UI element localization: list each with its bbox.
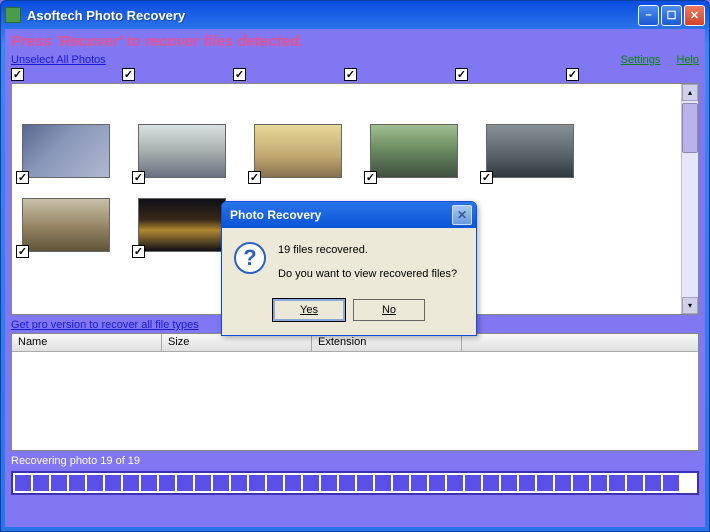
photo-checkbox[interactable]: ✓ xyxy=(132,245,145,258)
photo-item[interactable]: ✓ xyxy=(138,124,226,178)
no-button[interactable]: No xyxy=(353,299,425,321)
scroll-up-button[interactable]: ▴ xyxy=(682,84,698,101)
photo-checkbox[interactable]: ✓ xyxy=(364,171,377,184)
minimize-button[interactable]: – xyxy=(638,5,659,26)
get-pro-link[interactable]: Get pro version to recover all file type… xyxy=(11,319,199,331)
scroll-thumb[interactable] xyxy=(682,103,698,153)
photo-thumbnail xyxy=(486,124,574,178)
app-window: Asoftech Photo Recovery – ☐ ✕ Press 'Rec… xyxy=(0,0,710,532)
column-checkbox[interactable]: ✓ xyxy=(455,68,468,81)
photo-checkbox[interactable]: ✓ xyxy=(16,171,29,184)
photo-thumbnail xyxy=(22,198,110,252)
column-checkbox[interactable]: ✓ xyxy=(122,68,135,81)
recovery-dialog: Photo Recovery ✕ ? 19 files recovered. D… xyxy=(221,201,477,336)
scroll-down-button[interactable]: ▾ xyxy=(682,297,698,314)
column-header-size[interactable]: Size xyxy=(162,334,312,351)
unselect-all-link[interactable]: Unselect All Photos xyxy=(11,54,106,66)
help-link[interactable]: Help xyxy=(676,54,699,66)
maximize-button[interactable]: ☐ xyxy=(661,5,682,26)
app-icon xyxy=(5,7,21,23)
photo-checkbox[interactable]: ✓ xyxy=(16,245,29,258)
photo-item[interactable]: ✓ xyxy=(254,124,342,178)
column-checkbox[interactable]: ✓ xyxy=(11,68,24,81)
dialog-line1: 19 files recovered. xyxy=(278,242,457,260)
close-button[interactable]: ✕ xyxy=(684,5,705,26)
column-checkbox[interactable]: ✓ xyxy=(566,68,579,81)
file-grid: Name Size Extension xyxy=(11,333,699,451)
photo-thumbnail xyxy=(370,124,458,178)
column-header-extension[interactable]: Extension xyxy=(312,334,462,351)
photo-item[interactable]: ✓ xyxy=(22,198,110,252)
scrollbar[interactable]: ▴ ▾ xyxy=(681,84,698,314)
titlebar-text: Asoftech Photo Recovery xyxy=(27,8,638,23)
photo-checkbox[interactable]: ✓ xyxy=(480,171,493,184)
photo-item[interactable]: ✓ xyxy=(138,198,226,252)
progress-bar xyxy=(11,471,699,495)
photo-thumbnail xyxy=(22,124,110,178)
column-checkbox[interactable]: ✓ xyxy=(233,68,246,81)
grid-header: Name Size Extension xyxy=(12,334,698,352)
photo-item[interactable]: ✓ xyxy=(370,124,458,178)
titlebar[interactable]: Asoftech Photo Recovery – ☐ ✕ xyxy=(1,1,709,29)
photo-thumbnail xyxy=(138,124,226,178)
dialog-close-button[interactable]: ✕ xyxy=(452,205,472,225)
instruction-text: Press 'Recover' to recover files detecte… xyxy=(5,29,705,54)
photo-thumbnail xyxy=(254,124,342,178)
dialog-message: 19 files recovered. Do you want to view … xyxy=(278,242,457,283)
scroll-track[interactable] xyxy=(682,153,698,297)
yes-button[interactable]: Yes xyxy=(273,299,345,321)
status-text: Recovering photo 19 of 19 xyxy=(5,451,705,471)
question-icon: ? xyxy=(234,242,266,274)
photo-item[interactable]: ✓ xyxy=(486,124,574,178)
photo-checkbox[interactable]: ✓ xyxy=(248,171,261,184)
settings-link[interactable]: Settings xyxy=(621,54,661,66)
header-check-row: ✓ ✓ ✓ ✓ ✓ ✓ xyxy=(5,68,705,81)
photo-thumbnail xyxy=(138,198,226,252)
column-header-name[interactable]: Name xyxy=(12,334,162,351)
column-checkbox[interactable]: ✓ xyxy=(344,68,357,81)
photo-checkbox[interactable]: ✓ xyxy=(132,171,145,184)
dialog-line2: Do you want to view recovered files? xyxy=(278,266,457,284)
photo-item[interactable]: ✓ xyxy=(22,124,110,178)
dialog-titlebar[interactable]: Photo Recovery ✕ xyxy=(222,202,476,228)
dialog-title-text: Photo Recovery xyxy=(226,208,452,222)
column-header-blank[interactable] xyxy=(462,334,698,351)
